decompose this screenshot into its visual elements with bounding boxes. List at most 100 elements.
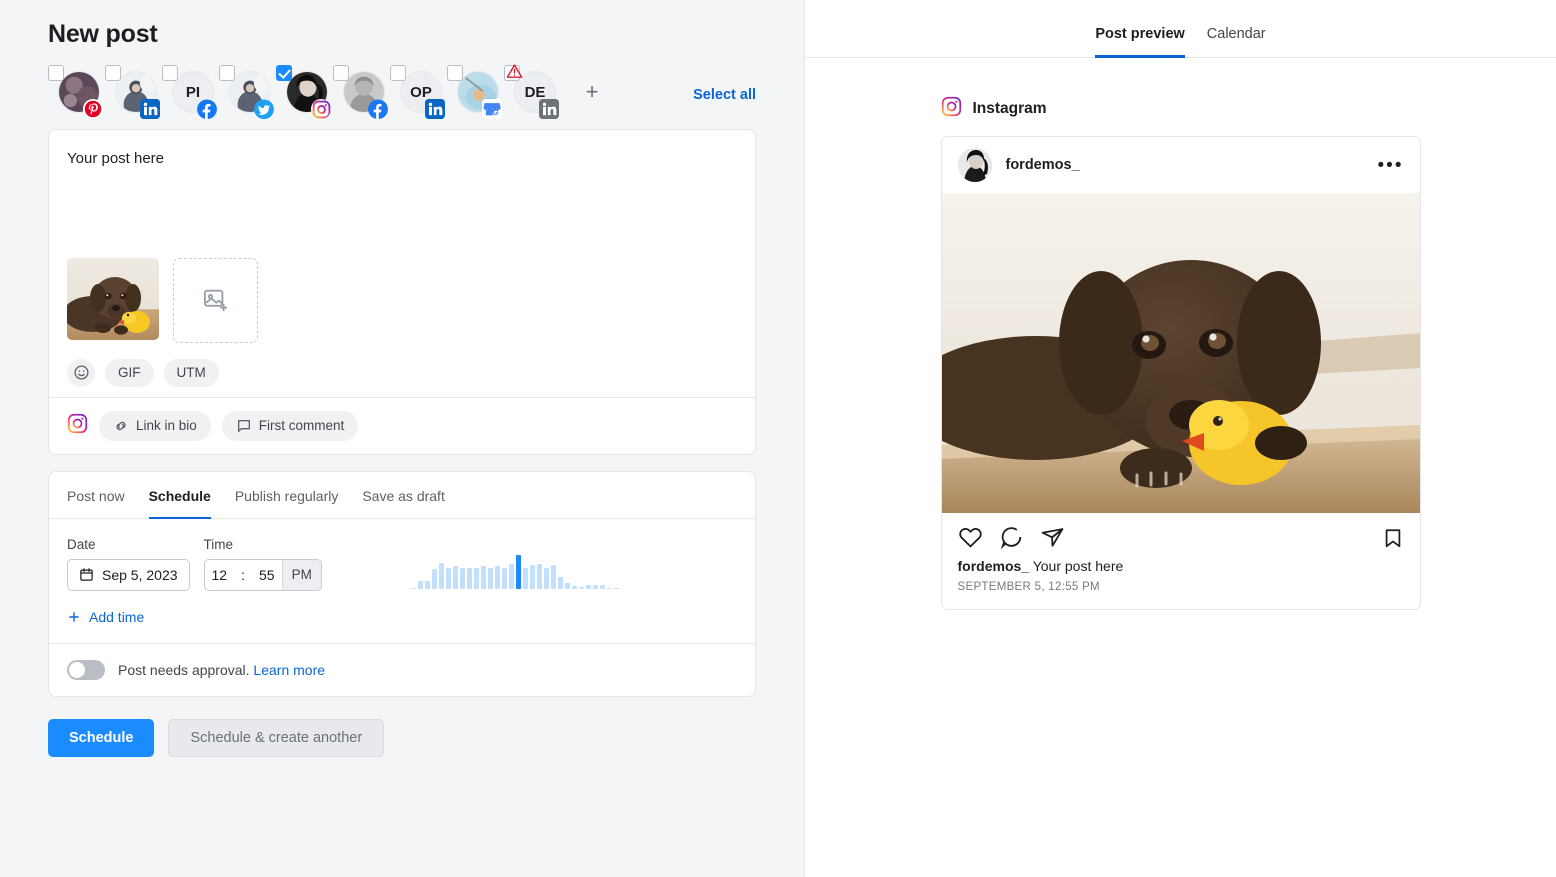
composer-body[interactable]: Your post here GIF UTM: [49, 130, 755, 397]
schedule-tab-schedule[interactable]: Schedule: [148, 472, 211, 519]
histogram-bar[interactable]: [418, 581, 423, 589]
pinterest-icon: [83, 99, 103, 119]
add-account-button[interactable]: +: [571, 71, 613, 113]
account-checkbox[interactable]: [447, 65, 463, 81]
network-label: Instagram: [972, 100, 1047, 117]
account-checkbox[interactable]: [390, 65, 406, 81]
comment-icon[interactable]: [999, 525, 1024, 550]
account-checkbox[interactable]: [105, 65, 121, 81]
add-time-button[interactable]: Add time: [67, 609, 737, 625]
account-checkbox[interactable]: [48, 65, 64, 81]
account-chip-facebook-account-2[interactable]: [333, 65, 390, 121]
emoji-button[interactable]: [67, 358, 95, 387]
histogram-bar[interactable]: [474, 567, 479, 589]
histogram-bar[interactable]: [600, 584, 605, 589]
warning-icon: [506, 63, 523, 85]
preview-tab-post-preview[interactable]: Post preview: [1095, 26, 1185, 58]
approval-toggle[interactable]: [67, 659, 105, 680]
account-chip-linkedin-page-de[interactable]: DE: [504, 63, 561, 121]
composer-chip-row: GIF UTM: [67, 358, 737, 387]
histogram-bar[interactable]: [530, 564, 535, 589]
histogram-bar[interactable]: [586, 584, 591, 589]
histogram-bar[interactable]: [488, 567, 493, 589]
account-chip-twitter-account[interactable]: [219, 65, 276, 121]
twitter-icon: [254, 99, 274, 119]
schedule-tab-publish-regularly[interactable]: Publish regularly: [235, 472, 339, 519]
post-image: [941, 193, 1420, 513]
time-input[interactable]: 12 : 55 PM: [203, 558, 322, 591]
plus-icon: [69, 611, 79, 622]
account-chip-google-business-account[interactable]: [447, 65, 504, 121]
account-chip-facebook-page-pi[interactable]: PI: [162, 65, 219, 121]
date-time-row: Date Sep 5, 2023 Time 12: 55 PM: [67, 537, 737, 591]
histogram-bar[interactable]: [509, 564, 514, 589]
histogram-bar[interactable]: [551, 564, 556, 589]
histogram-bar[interactable]: [593, 584, 598, 589]
histogram-bar[interactable]: [432, 569, 437, 589]
account-chip-instagram-account[interactable]: [276, 65, 333, 121]
account-chip-linkedin-account-1[interactable]: [105, 65, 162, 121]
puppy-photo: [941, 193, 1420, 513]
network-row: Instagram: [941, 96, 1421, 122]
bookmark-icon[interactable]: [1382, 526, 1404, 550]
date-label: Date: [67, 536, 96, 552]
preview-panel: Post preview Calendar Instagram fordemos…: [805, 0, 1556, 877]
more-horizontal-icon[interactable]: •••: [1378, 156, 1404, 175]
account-chip-pinterest-account[interactable]: [48, 65, 105, 121]
schedule-tab-save-as-draft[interactable]: Save as draft: [362, 472, 445, 519]
histogram-bar[interactable]: [579, 587, 584, 589]
link-in-bio-button[interactable]: Link in bio: [99, 410, 211, 441]
learn-more-link[interactable]: Learn more: [253, 662, 325, 678]
time-meridiem[interactable]: PM: [281, 559, 321, 590]
calendar-icon: [80, 568, 93, 581]
schedule-create-another-button[interactable]: Schedule & create another: [168, 718, 385, 757]
accounts-section: PI OP DE + Select all: [48, 63, 756, 121]
histogram-bar[interactable]: [481, 566, 486, 589]
heart-icon[interactable]: [958, 525, 983, 550]
preview-area: Instagram fordemos_ ••• fordemos_ Your p…: [805, 58, 1556, 610]
histogram-bar[interactable]: [502, 567, 507, 589]
histogram-bar[interactable]: [558, 576, 563, 589]
histogram-bar[interactable]: [523, 567, 528, 589]
best-time-histogram[interactable]: [411, 554, 619, 589]
time-hour[interactable]: 12: [205, 567, 235, 583]
first-comment-button[interactable]: First comment: [221, 410, 359, 441]
post-text[interactable]: Your post here: [67, 148, 737, 170]
histogram-bar[interactable]: [516, 554, 521, 589]
histogram-bar[interactable]: [607, 587, 612, 589]
instagram-post-card: fordemos_ ••• fordemos_ Your post here S…: [940, 136, 1421, 610]
schedule-tab-post-now[interactable]: Post now: [67, 472, 125, 519]
histogram-bar[interactable]: [439, 562, 444, 589]
histogram-bar[interactable]: [544, 567, 549, 589]
schedule-button[interactable]: Schedule: [48, 718, 155, 757]
gif-button[interactable]: GIF: [105, 358, 154, 387]
select-all-link[interactable]: Select all: [693, 65, 756, 103]
date-input[interactable]: Sep 5, 2023: [67, 558, 190, 591]
caption-username: fordemos_: [957, 558, 1030, 574]
add-media-dropzone[interactable]: [173, 257, 258, 343]
account-chip-linkedin-page-op[interactable]: OP: [390, 65, 447, 121]
histogram-bar[interactable]: [446, 567, 451, 589]
histogram-bar[interactable]: [467, 568, 472, 589]
histogram-bar[interactable]: [565, 583, 570, 589]
account-checkbox[interactable]: [219, 65, 235, 81]
histogram-bar[interactable]: [411, 587, 416, 589]
time-minute[interactable]: 55: [252, 567, 282, 583]
histogram-bar[interactable]: [614, 587, 619, 589]
histogram-bar[interactable]: [453, 566, 458, 589]
account-checkbox[interactable]: [276, 65, 292, 81]
histogram-bar[interactable]: [537, 564, 542, 589]
account-checkbox[interactable]: [162, 65, 178, 81]
media-thumbnail[interactable]: [67, 257, 159, 340]
send-icon[interactable]: [1040, 525, 1065, 550]
google-business-icon: [482, 99, 502, 119]
approval-row: Post needs approval. Learn more: [49, 642, 755, 696]
histogram-bar[interactable]: [460, 568, 465, 589]
histogram-bar[interactable]: [572, 586, 577, 589]
account-checkbox[interactable]: [333, 65, 349, 81]
histogram-bar[interactable]: [495, 565, 500, 589]
histogram-bar[interactable]: [425, 580, 430, 589]
utm-button[interactable]: UTM: [163, 358, 219, 387]
preview-tab-calendar[interactable]: Calendar: [1207, 26, 1266, 58]
schedule-card: Post now Schedule Publish regularly Save as…: [48, 470, 756, 697]
